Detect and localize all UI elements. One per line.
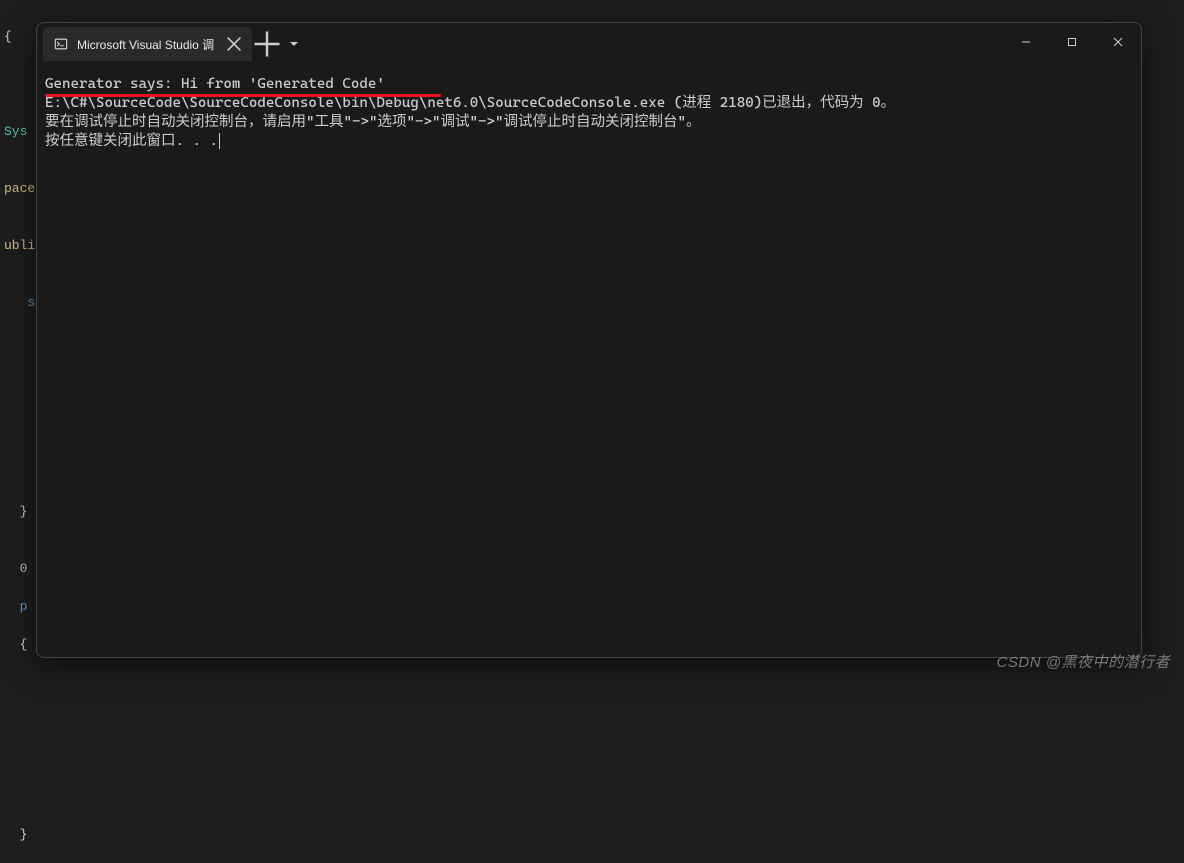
window-controls bbox=[1003, 23, 1141, 61]
watermark-text: CSDN @黑夜中的潜行者 bbox=[997, 651, 1170, 672]
title-bar-drag-area[interactable] bbox=[306, 23, 1003, 61]
active-tab[interactable]: Microsoft Visual Studio 调 bbox=[43, 27, 252, 61]
tab-dropdown-button[interactable] bbox=[282, 27, 306, 61]
output-line-prompt: 按任意键关闭此窗口. . . bbox=[45, 132, 1133, 151]
close-window-button[interactable] bbox=[1095, 23, 1141, 61]
debug-console-window: Microsoft Visual Studio 调 Generator says… bbox=[36, 22, 1142, 658]
red-underline-annotation bbox=[45, 94, 441, 97]
console-output-area[interactable]: Generator says: Hi from 'Generated Code'… bbox=[37, 61, 1141, 657]
text-cursor bbox=[219, 133, 220, 149]
title-bar[interactable]: Microsoft Visual Studio 调 bbox=[37, 23, 1141, 61]
output-line-hint: 要在调试停止时自动关闭控制台，请启用"工具"->"选项"->"调试"->"调试停… bbox=[45, 113, 1133, 132]
new-tab-button[interactable] bbox=[252, 27, 282, 61]
output-line-generator: Generator says: Hi from 'Generated Code' bbox=[45, 75, 1133, 94]
tab-close-button[interactable] bbox=[226, 36, 242, 52]
terminal-icon bbox=[53, 36, 69, 52]
tab-title: Microsoft Visual Studio 调 bbox=[77, 36, 214, 53]
maximize-button[interactable] bbox=[1049, 23, 1095, 61]
minimize-button[interactable] bbox=[1003, 23, 1049, 61]
